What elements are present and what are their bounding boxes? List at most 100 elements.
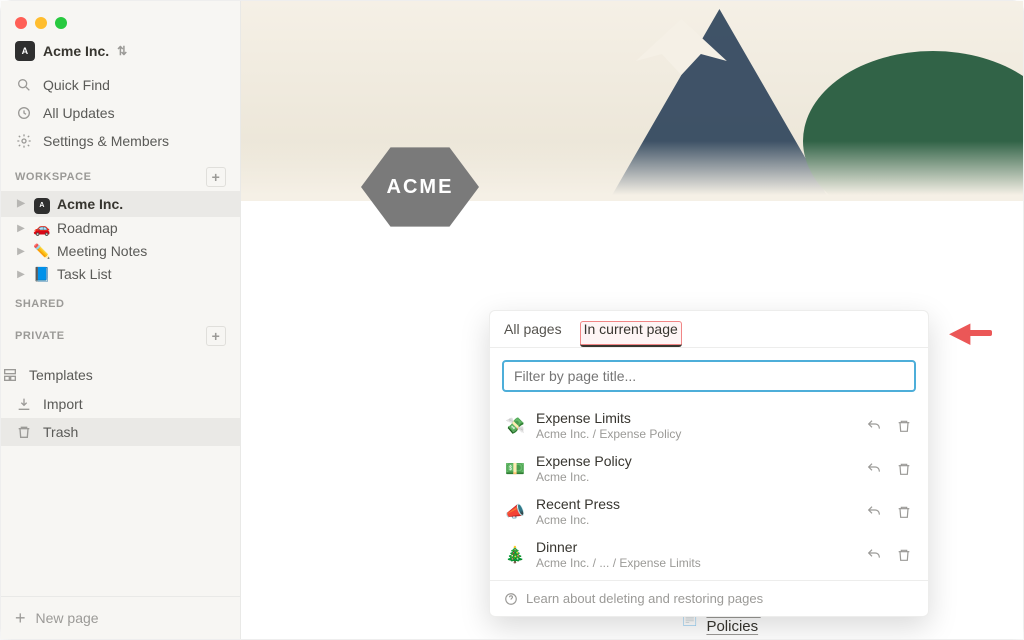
quick-find-label: Quick Find	[43, 77, 110, 93]
trash-link[interactable]: Trash	[1, 418, 240, 446]
trash-item-path: Acme Inc.	[536, 470, 854, 484]
workspace-section-label: WORKSPACE	[15, 171, 91, 183]
sidebar-item-label: Roadmap	[57, 220, 118, 236]
restore-button[interactable]	[864, 459, 884, 479]
trash-tab-label: All pages	[504, 321, 562, 337]
delete-permanently-button[interactable]	[894, 545, 914, 565]
sidebar-item-meeting-notes[interactable]: ▶ ✏️ Meeting Notes	[1, 240, 240, 263]
trash-item-path: Acme Inc. / Expense Policy	[536, 427, 854, 441]
workspace-section-header: WORKSPACE +	[1, 155, 240, 191]
window-controls	[1, 7, 240, 37]
trash-item-path: Acme Inc.	[536, 513, 854, 527]
trash-tabs: All pages In current page ◀	[490, 311, 928, 347]
undo-icon	[866, 547, 882, 563]
wreath-icon: 🎄	[504, 545, 526, 565]
app-root: A Acme Inc. ⇅ Quick Find All Updates Set…	[1, 1, 1023, 639]
restore-button[interactable]	[864, 416, 884, 436]
all-updates-label: All Updates	[43, 105, 115, 121]
page-icon-label: ACME	[387, 176, 454, 199]
download-icon	[15, 395, 33, 413]
workspace-name: Acme Inc.	[43, 43, 109, 59]
trash-help-label: Learn about deleting and restoring pages	[526, 591, 763, 606]
trash-list: 💸 Expense Limits Acme Inc. / Expense Pol…	[490, 400, 928, 580]
settings-members-label: Settings & Members	[43, 133, 169, 149]
private-section-label: PRIVATE	[15, 330, 65, 342]
sidebar-item-roadmap[interactable]: ▶ 🚗 Roadmap	[1, 217, 240, 240]
chevron-right-icon[interactable]: ▶	[15, 269, 27, 280]
trash-icon	[896, 418, 912, 434]
delete-permanently-button[interactable]	[894, 459, 914, 479]
trash-icon	[15, 423, 33, 441]
trash-label: Trash	[43, 424, 78, 440]
book-icon: 📘	[33, 266, 51, 283]
restore-button[interactable]	[864, 545, 884, 565]
undo-icon	[866, 504, 882, 520]
delete-permanently-button[interactable]	[894, 416, 914, 436]
trash-item-title: Expense Limits	[536, 410, 854, 426]
money-wings-icon: 💸	[504, 416, 526, 436]
import-link[interactable]: Import	[1, 390, 240, 418]
new-page-label: New page	[36, 610, 99, 626]
dollar-icon: 💵	[504, 459, 526, 479]
import-label: Import	[43, 396, 83, 412]
annotation-arrow-icon: ◀	[950, 317, 992, 348]
trash-filter-input[interactable]	[502, 360, 916, 392]
gear-icon	[15, 132, 33, 150]
trash-item[interactable]: 🎄 Dinner Acme Inc. / ... / Expense Limit…	[498, 533, 920, 576]
settings-members[interactable]: Settings & Members	[1, 127, 240, 155]
chevron-right-icon[interactable]: ▶	[15, 223, 27, 234]
trash-tab-all-pages[interactable]: All pages	[504, 321, 562, 347]
trash-icon	[896, 504, 912, 520]
trash-icon	[896, 547, 912, 563]
chevron-right-icon[interactable]: ▶	[15, 246, 27, 257]
sidebar-item-task-list[interactable]: ▶ 📘 Task List	[1, 263, 240, 286]
trash-item-path: Acme Inc. / ... / Expense Limits	[536, 556, 854, 570]
clock-icon	[15, 104, 33, 122]
help-icon	[504, 592, 518, 606]
trash-item-title: Dinner	[536, 539, 854, 555]
close-window-icon[interactable]	[15, 17, 27, 29]
trash-tab-in-current-page[interactable]: In current page	[580, 321, 682, 347]
trash-item[interactable]: 💵 Expense Policy Acme Inc.	[498, 447, 920, 490]
sidebar-item-label: Task List	[57, 266, 111, 282]
undo-icon	[866, 461, 882, 477]
trash-item[interactable]: 📣 Recent Press Acme Inc.	[498, 490, 920, 533]
shared-section-label: SHARED	[15, 298, 64, 310]
trash-item-title: Recent Press	[536, 496, 854, 512]
chevron-up-down-icon: ⇅	[117, 44, 127, 58]
megaphone-icon: 📣	[504, 502, 526, 522]
add-private-page-button[interactable]: +	[206, 326, 226, 346]
new-page-button[interactable]: + New page	[1, 596, 240, 639]
templates-label: Templates	[29, 367, 93, 383]
add-workspace-page-button[interactable]: +	[206, 167, 226, 187]
sidebar-item-label: Acme Inc.	[57, 196, 123, 212]
shared-section-header: SHARED	[1, 286, 240, 314]
page-cover	[241, 1, 1023, 201]
template-icon	[1, 366, 19, 384]
trash-item[interactable]: 💸 Expense Limits Acme Inc. / Expense Pol…	[498, 404, 920, 447]
delete-permanently-button[interactable]	[894, 502, 914, 522]
undo-icon	[866, 418, 882, 434]
chevron-right-icon[interactable]: ▶	[15, 198, 27, 209]
restore-button[interactable]	[864, 502, 884, 522]
trash-icon	[896, 461, 912, 477]
sidebar: A Acme Inc. ⇅ Quick Find All Updates Set…	[1, 1, 241, 639]
trash-help-link[interactable]: Learn about deleting and restoring pages	[490, 580, 928, 616]
maximize-window-icon[interactable]	[55, 17, 67, 29]
sidebar-item-label: Meeting Notes	[57, 243, 147, 259]
private-section-header: PRIVATE +	[1, 314, 240, 350]
workspace-icon: A	[15, 41, 35, 61]
car-icon: 🚗	[33, 220, 51, 237]
templates-link[interactable]: Templates	[1, 360, 240, 390]
trash-popup: All pages In current page ◀ 💸 Expense Li…	[489, 310, 929, 617]
all-updates[interactable]: All Updates	[1, 99, 240, 127]
quick-find[interactable]: Quick Find	[1, 71, 240, 99]
sidebar-item-acme[interactable]: ▶ A Acme Inc.	[1, 191, 240, 217]
acme-page-icon: A	[33, 194, 51, 214]
search-icon	[15, 76, 33, 94]
plus-icon: +	[15, 609, 26, 627]
minimize-window-icon[interactable]	[35, 17, 47, 29]
trash-item-title: Expense Policy	[536, 453, 854, 469]
pencil-icon: ✏️	[33, 243, 51, 260]
workspace-switcher[interactable]: A Acme Inc. ⇅	[1, 37, 240, 71]
